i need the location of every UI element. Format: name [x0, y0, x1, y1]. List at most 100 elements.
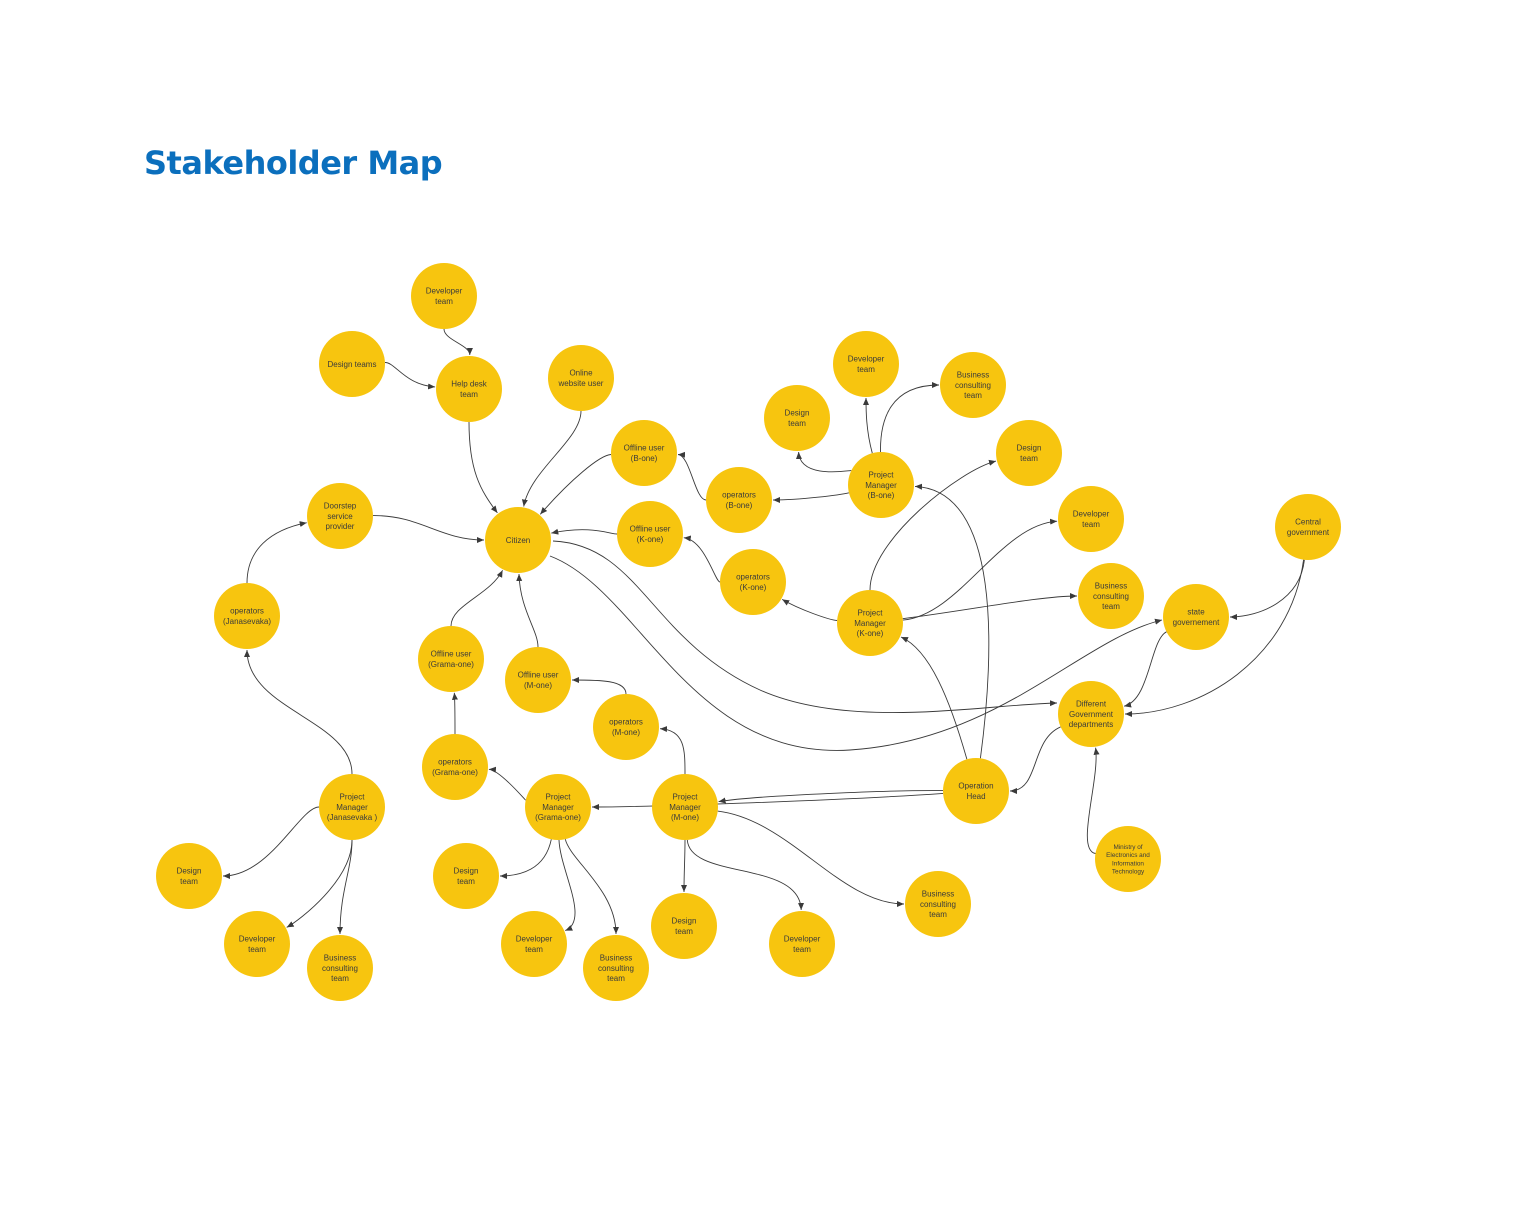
- stakeholder-node-biz-m[interactable]: Business consulting team: [905, 871, 971, 937]
- stakeholder-node-helpdesk[interactable]: Help desk team: [436, 356, 502, 422]
- stakeholder-label-line: (B-one): [631, 454, 658, 463]
- stakeholder-node-design-teams[interactable]: Design teams: [319, 331, 385, 397]
- stakeholder-label-line: team: [460, 390, 478, 399]
- edge-pm_g-to-biz_g: [564, 839, 619, 935]
- stakeholder-label-line: Developer: [516, 935, 553, 944]
- stakeholder-label-line: Different: [1076, 700, 1107, 709]
- stakeholder-node-ministry[interactable]: Ministry of Electronics and Information Tec…: [1095, 826, 1161, 892]
- stakeholder-node-dev-jana[interactable]: Developer team: [224, 911, 290, 977]
- stakeholder-label-line: government: [1287, 528, 1330, 537]
- stakeholder-node-dev-m[interactable]: Developer team: [769, 911, 835, 977]
- stakeholder-label: Project Manager (K-one): [854, 609, 886, 638]
- stakeholder-node-offline-m[interactable]: Offline user (M-one): [505, 647, 571, 713]
- stakeholder-label-line: Developer: [426, 287, 463, 296]
- stakeholder-node-pm-jana[interactable]: Project Manager (Janasevaka ): [319, 774, 385, 840]
- stakeholder-node-pm-m[interactable]: Project Manager (M-one): [652, 774, 718, 840]
- stakeholder-label-line: team: [964, 391, 982, 400]
- stakeholder-node-design-g[interactable]: Design team: [433, 843, 499, 909]
- stakeholder-label-line: team: [457, 877, 475, 886]
- stakeholder-label-line: Business: [922, 890, 954, 899]
- stakeholder-node-offline-b[interactable]: Offline user (B-one): [611, 420, 677, 486]
- stakeholder-node-state-gov[interactable]: state governement: [1163, 584, 1229, 650]
- stakeholder-node-design-k[interactable]: Design team: [996, 420, 1062, 486]
- stakeholder-node-biz-g[interactable]: Business consulting team: [583, 935, 649, 1001]
- stakeholder-label: operators (K-one): [736, 573, 770, 592]
- edge-ops_k-to-offline_k: [683, 535, 721, 583]
- edge-pm_b-to-dev_b: [863, 397, 873, 454]
- edge-doorstep-to-citizen: [372, 515, 485, 543]
- stakeholder-node-doorstep[interactable]: Doorstep service provider: [307, 483, 373, 549]
- stakeholder-node-online-user[interactable]: Online website user: [548, 345, 614, 411]
- stakeholder-node-diff-gov[interactable]: Different Government departments: [1058, 681, 1124, 747]
- stakeholder-node-dev-k[interactable]: Developer team: [1058, 486, 1124, 552]
- stakeholder-label-line: (M-one): [671, 813, 699, 822]
- stakeholder-node-pm-k[interactable]: Project Manager (K-one): [837, 590, 903, 656]
- stakeholder-node-design-jana[interactable]: Design team: [156, 843, 222, 909]
- stakeholder-label-line: Head: [966, 792, 985, 801]
- stakeholder-node-offline-k[interactable]: Offline user (K-one): [617, 501, 683, 567]
- stakeholder-node-biz-b[interactable]: Business consulting team: [940, 352, 1006, 418]
- stakeholder-label-line: (Grama-one): [432, 768, 478, 777]
- edge-design_teams-to-helpdesk: [384, 362, 436, 390]
- stakeholder-label-line: Online: [569, 369, 593, 378]
- stakeholder-label-line: Offline user: [624, 444, 665, 453]
- stakeholder-node-ops-jana[interactable]: operators (Janasevaka): [214, 583, 280, 649]
- stakeholder-label-line: Central: [1295, 518, 1321, 527]
- stakeholder-label: Design team: [1017, 444, 1042, 463]
- stakeholder-label-line: Technology: [1112, 869, 1145, 876]
- stakeholder-label: Project Manager (M-one): [669, 793, 701, 822]
- stakeholder-label-line: consulting: [1093, 592, 1129, 601]
- stakeholder-node-op-head[interactable]: Operation Head: [943, 758, 1009, 824]
- edge-pm_g-to-design_g: [499, 839, 552, 879]
- stakeholder-label-line: team: [929, 910, 947, 919]
- stakeholder-node-ops-k[interactable]: operators (K-one): [720, 549, 786, 615]
- stakeholder-label-line: team: [248, 945, 266, 954]
- edge-state_gov-to-diff_gov: [1123, 631, 1167, 708]
- stakeholder-node-central-gov[interactable]: Central government: [1275, 494, 1341, 560]
- stakeholder-label-line: (Janasevaka): [223, 617, 271, 626]
- stakeholder-node-offline-g[interactable]: Offline user (Grama-one): [418, 626, 484, 692]
- edge-pm_m-to-dev_m: [686, 839, 805, 911]
- stakeholder-label-line: team: [1082, 520, 1100, 529]
- stakeholder-label: Design team: [672, 917, 697, 936]
- stakeholder-node-dev-b[interactable]: Developer team: [833, 331, 899, 397]
- edge-pm_k-to-ops_k: [781, 599, 838, 621]
- edge-pm_g-to-ops_g: [488, 766, 527, 801]
- stakeholder-node-ops-g[interactable]: operators (Grama-one): [422, 734, 488, 800]
- stakeholder-label-line: (Grama-one): [428, 660, 474, 669]
- edge-pm_b-to-design_b: [795, 451, 852, 473]
- stakeholder-label-line: (M-one): [524, 681, 552, 690]
- stakeholder-node-biz-k[interactable]: Business consulting team: [1078, 563, 1144, 629]
- stakeholder-label-line: Manager: [854, 619, 886, 628]
- edge-dev_help-to-helpdesk: [443, 328, 473, 356]
- stakeholder-node-pm-g[interactable]: Project Manager (Grama-one): [525, 774, 591, 840]
- stakeholder-label-line: team: [788, 419, 806, 428]
- stakeholder-node-pm-b[interactable]: Project Manager (B-one): [848, 452, 914, 518]
- stakeholder-node-dev-g[interactable]: Developer team: [501, 911, 567, 977]
- edge-central_gov-to-state_gov: [1229, 559, 1305, 620]
- edge-pm_m-to-ops_m: [659, 726, 686, 775]
- stakeholder-label: operators (B-one): [722, 491, 756, 510]
- stakeholder-label-line: Design teams: [328, 360, 377, 369]
- stakeholder-node-biz-jana[interactable]: Business consulting team: [307, 935, 373, 1001]
- stakeholder-node-citizen[interactable]: Citizen: [485, 507, 551, 573]
- edge-offline_k-to-citizen: [551, 528, 618, 535]
- stakeholder-label-line: Citizen: [506, 536, 530, 545]
- stakeholder-node-ops-m[interactable]: operators (M-one): [593, 694, 659, 760]
- stakeholder-node-dev-help[interactable]: Developer team: [411, 263, 477, 329]
- stakeholder-label-line: (K-one): [740, 583, 767, 592]
- stakeholder-label-line: (Grama-one): [535, 813, 581, 822]
- stakeholder-node-design-b[interactable]: Design team: [764, 385, 830, 451]
- stakeholder-label-line: Project: [340, 793, 366, 802]
- stakeholder-label: Doorstep service provider: [324, 502, 357, 531]
- stakeholder-node-design-m[interactable]: Design team: [651, 893, 717, 959]
- stakeholder-label-line: team: [607, 974, 625, 983]
- stakeholder-label-line: Business: [600, 954, 632, 963]
- stakeholder-label-line: Project: [673, 793, 699, 802]
- stakeholder-node-ops-b[interactable]: operators (B-one): [706, 467, 772, 533]
- stakeholder-label-line: Developer: [784, 935, 821, 944]
- stakeholder-label-line: Information: [1112, 860, 1144, 867]
- stakeholder-label-line: consulting: [598, 964, 634, 973]
- stakeholder-label-line: Design: [177, 867, 202, 876]
- edge-pm_jana-to-dev_jana: [286, 839, 353, 928]
